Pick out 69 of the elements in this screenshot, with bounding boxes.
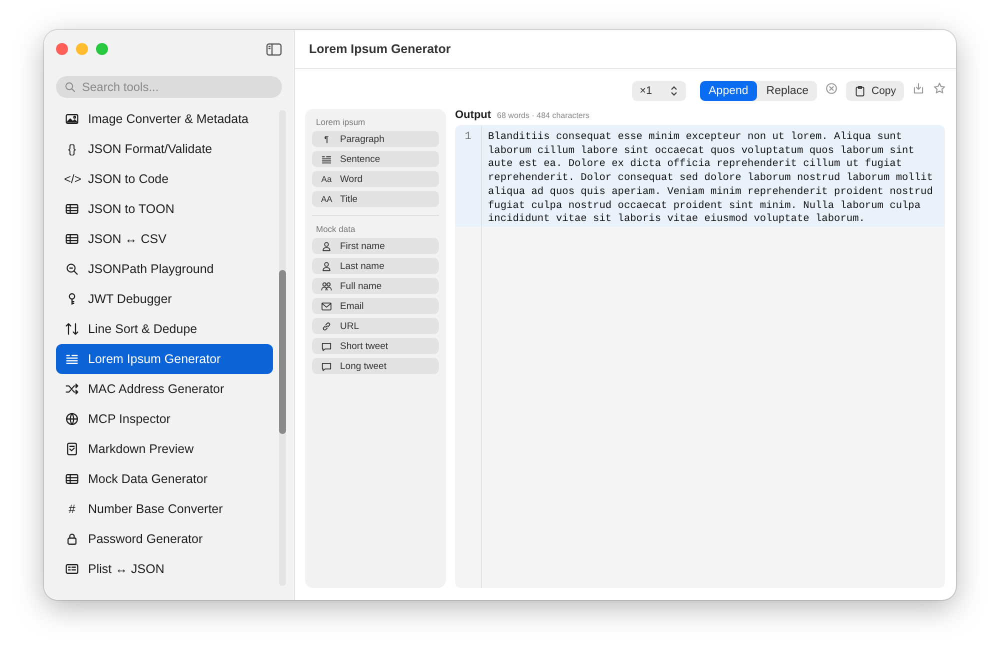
sidebar-item[interactable]: Image Converter & Metadata [56,104,273,134]
generator-button[interactable]: Email [312,298,439,314]
generator-button[interactable]: Short tweet [312,338,439,354]
sidebar-item[interactable]: JSON ↔ CSV [56,224,273,254]
sidebar-item[interactable]: JSONPath Playground [56,254,273,284]
text-lines-icon [321,154,332,164]
generator-button[interactable]: AA Title [312,191,439,207]
copy-button[interactable]: Copy [846,81,904,101]
sidebar-item[interactable]: Markdown Preview [56,434,273,464]
output-stats: 68 words · 484 characters [497,111,590,120]
sidebar-item[interactable]: Line Sort & Dedupe [56,314,273,344]
sidebar-item[interactable]: Mock Data Generator [56,464,273,494]
generator-button[interactable]: Last name [312,258,439,274]
sort-icon [64,322,80,336]
generator-button[interactable]: ¶ Paragraph [312,131,439,147]
section-heading: Mock data [315,223,356,236]
people-icon [321,280,332,292]
person-icon [321,260,332,272]
table-icon [64,232,80,246]
close-button[interactable] [56,43,68,55]
shuffle-icon [64,382,80,396]
generator-button[interactable]: First name [312,238,439,254]
sidebar-item[interactable]: </> JSON to Code [56,164,273,194]
sidebar-item[interactable]: Lorem Ipsum Generator [56,344,273,374]
download-icon [912,82,925,95]
generator-button[interactable]: Full name [312,278,439,294]
section-heading: Lorem ipsum [315,116,366,129]
table-icon [64,472,80,486]
list-icon [64,562,80,576]
generator-button[interactable]: Aa Word [312,171,439,187]
window-title: Lorem Ipsum Generator [309,42,451,56]
table-icon [64,202,80,216]
output-editor[interactable] [455,125,945,588]
sidebar-item[interactable]: Plist ↔ JSON [56,554,273,584]
generator-button[interactable]: URL [312,318,439,334]
sidebar-item[interactable]: {} JSON Format/Validate [56,134,273,164]
document-icon [64,442,80,456]
sidebar-item[interactable]: # Number Base Converter [56,494,273,524]
line-number: 1 [464,131,472,143]
clear-icon [825,82,838,95]
sidebar-toggle-icon[interactable] [266,42,282,56]
envelope-icon [321,300,332,312]
sidebar-item[interactable]: MCP Inspector [56,404,273,434]
search-field[interactable]: Search tools... [56,76,282,98]
sidebar-item[interactable]: JSON to TOON [56,194,273,224]
globe-icon [64,412,80,426]
mode-button[interactable]: Append [700,81,758,101]
generator-button[interactable]: Long tweet [312,358,439,374]
output-title: Output [455,109,492,121]
generator-button[interactable]: Sentence [312,151,439,167]
text-lines-icon [64,352,80,366]
minimize-button[interactable] [76,43,88,55]
sidebar-item[interactable]: MAC Address Generator [56,374,273,404]
zoom-button[interactable] [96,43,108,55]
clipboard-icon [854,85,866,97]
speech-bubble-icon [321,340,332,352]
image-icon [64,112,80,126]
count-stepper[interactable]: ×1 [632,81,686,101]
up-down-chevron-icon [670,86,678,96]
star-icon [933,82,946,95]
person-icon [321,240,332,252]
code-line: Blanditiis consequat esse minim excepteur non ut lorem. Aliqua sunt laborum cillum labore sint occaecat quos voluptatum quos laborum sint aute est ea. Dolore ex dicta officia reprehenderit cillum ut fugiat reprehenderit. Dolor consequat sed dolore laborum nostrud laborum mollit aliqua ad quos quis aperiam. Veniam minim reprehenderit proident nostrud fugiat culpa nostrud occaecat proident sint minim. Nulla laborum culpa incididunt vitae sit laboris vitae eiusmod voluptate laborum. [487,130,934,227]
sidebar-item[interactable]: JWT Debugger [56,284,273,314]
speech-bubble-icon [321,360,332,372]
mode-button[interactable]: Replace [757,81,818,101]
search-icon [64,262,80,276]
link-icon [321,320,332,332]
scrollbar-thumb[interactable] [279,270,286,434]
sidebar-item[interactable]: Password Generator [56,524,273,554]
